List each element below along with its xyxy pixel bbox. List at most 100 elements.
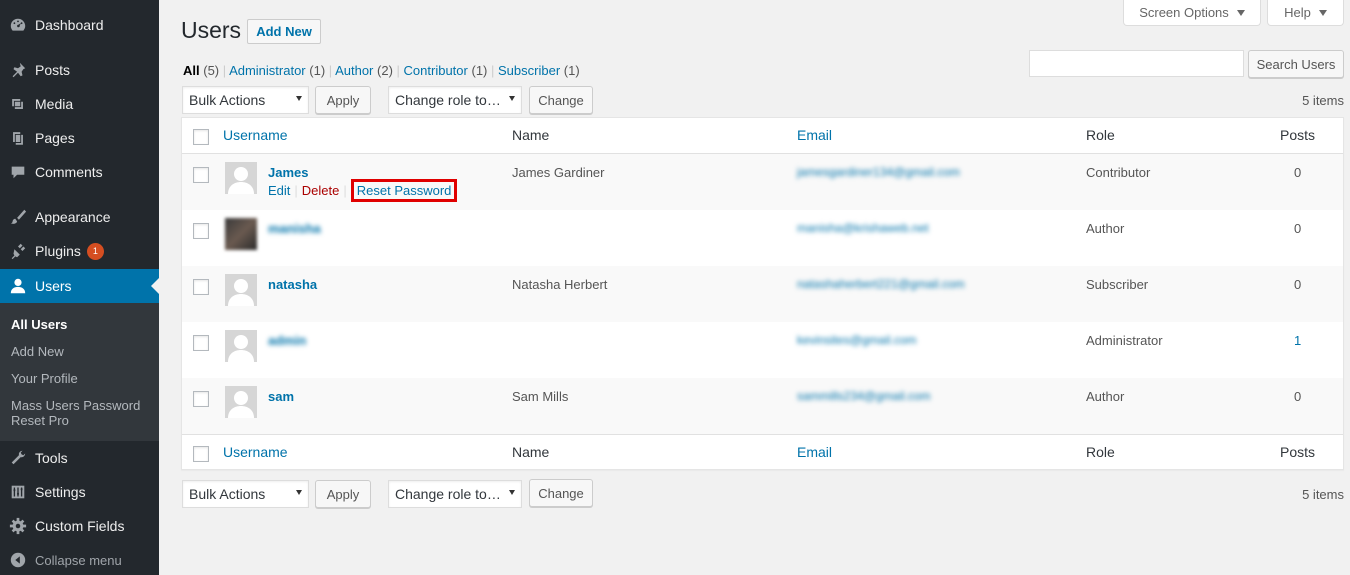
filter-author[interactable]: Author (335, 63, 373, 78)
change-button-top[interactable]: Change (529, 86, 593, 114)
filter-contributor[interactable]: Contributor (404, 63, 468, 78)
filter-subscriber[interactable]: Subscriber (498, 63, 560, 78)
user-email[interactable]: manisha@krishaweb.net (797, 221, 929, 235)
menu-plugins[interactable]: Plugins 1 (0, 234, 159, 268)
menu-comments[interactable]: Comments (0, 155, 159, 189)
column-username[interactable]: Username (223, 127, 288, 143)
menu-label: Tools (35, 450, 68, 466)
column-email-footer[interactable]: Email (797, 444, 832, 460)
media-icon (0, 95, 35, 113)
users-table: Username Name Email Role Posts James Edi… (181, 117, 1344, 470)
username-link[interactable]: admin (268, 333, 306, 348)
change-role-value: Change role to… (395, 486, 501, 502)
collapse-menu-button[interactable]: Collapse menu (0, 543, 159, 575)
row-checkbox[interactable] (193, 167, 209, 183)
user-posts-count: 0 (1294, 277, 1302, 292)
row-checkbox[interactable] (193, 279, 209, 295)
user-email[interactable]: natashaherbert221@gmail.com (797, 277, 965, 291)
submenu-mass-reset-line1[interactable]: Mass Users Password (11, 398, 140, 413)
submenu-add-new[interactable]: Add New (11, 344, 64, 359)
menu-tools[interactable]: Tools (0, 441, 159, 475)
plugins-update-badge: 1 (86, 242, 104, 260)
change-role-select-top[interactable]: Change role to… (388, 86, 522, 114)
change-role-select-bottom[interactable]: Change role to… (388, 480, 522, 508)
submenu-your-profile[interactable]: Your Profile (11, 371, 78, 386)
search-input[interactable] (1029, 50, 1244, 77)
column-email[interactable]: Email (797, 127, 832, 143)
row-checkbox[interactable] (193, 335, 209, 351)
help-label: Help (1284, 5, 1311, 20)
menu-label: Users (35, 278, 72, 294)
user-email[interactable]: sammills234@gmail.com (797, 389, 931, 403)
chevron-down-icon (1318, 9, 1327, 16)
column-name: Name (512, 127, 550, 143)
menu-media[interactable]: Media (0, 87, 159, 121)
filter-subscriber-count: (1) (563, 63, 580, 78)
filter-all[interactable]: All (183, 63, 200, 78)
dropdown-arrow-icon (296, 490, 302, 495)
add-new-button[interactable]: Add New (247, 19, 321, 44)
bulk-actions-select-top[interactable]: Bulk Actions (182, 86, 309, 114)
menu-appearance[interactable]: Appearance (0, 200, 159, 234)
items-count-top: 5 items (1302, 93, 1344, 108)
filter-administrator[interactable]: Administrator (229, 63, 306, 78)
filter-separator: | (396, 63, 400, 78)
help-button[interactable]: Help (1267, 0, 1344, 26)
page-title: Users (181, 17, 242, 43)
user-email[interactable]: kevinsites@gmail.com (797, 333, 917, 347)
username-link[interactable]: manisha (268, 221, 321, 236)
user-posts-link[interactable]: 1 (1294, 333, 1301, 348)
collapse-icon (0, 551, 35, 569)
table-row: James Edit | Delete | Reset Password James G… (182, 154, 1343, 210)
screen-options-button[interactable]: Screen Options (1123, 0, 1261, 26)
search-users-button[interactable]: Search Users (1248, 50, 1344, 78)
select-all-checkbox[interactable] (193, 129, 209, 145)
chevron-down-icon (1236, 9, 1245, 16)
filter-separator: | (491, 63, 495, 78)
menu-label: Pages (35, 130, 75, 146)
menu-label: Appearance (35, 209, 111, 225)
dropdown-arrow-icon (296, 96, 302, 101)
user-role: Author (1086, 389, 1125, 404)
table-row: natasha Natasha Herbert natashaherbert22… (182, 266, 1343, 322)
footer-divider (182, 434, 1343, 435)
username-link[interactable]: natasha (268, 277, 317, 292)
menu-label: Plugins (35, 243, 81, 259)
comment-icon (0, 163, 35, 181)
menu-custom-fields[interactable]: Custom Fields (0, 509, 159, 543)
delete-link[interactable]: Delete (302, 183, 340, 198)
username-link[interactable]: sam (268, 389, 294, 404)
column-posts: Posts (1280, 127, 1316, 143)
submenu-mass-reset-line2[interactable]: Reset Pro (11, 413, 69, 428)
menu-dashboard[interactable]: Dashboard (0, 8, 159, 42)
column-role: Role (1086, 127, 1115, 143)
plugin-icon (0, 242, 35, 260)
bulk-actions-select-bottom[interactable]: Bulk Actions (182, 480, 309, 508)
menu-pages[interactable]: Pages (0, 121, 159, 155)
submenu-all-users[interactable]: All Users (11, 317, 67, 332)
filter-all-count: (5) (203, 63, 220, 78)
menu-users[interactable]: Users (0, 269, 159, 303)
user-role: Contributor (1086, 165, 1151, 180)
row-checkbox[interactable] (193, 391, 209, 407)
select-all-checkbox-footer[interactable] (193, 446, 209, 462)
menu-posts[interactable]: Posts (0, 53, 159, 87)
change-button-bottom[interactable]: Change (529, 479, 593, 507)
dropdown-arrow-icon (509, 96, 515, 101)
edit-link[interactable]: Edit (268, 183, 290, 198)
username-link[interactable]: James (268, 165, 308, 180)
dashboard-icon (0, 16, 35, 34)
users-submenu: All Users Add New Your Profile Mass User… (0, 303, 159, 441)
menu-settings[interactable]: Settings (0, 475, 159, 509)
row-action-separator: | (294, 183, 298, 198)
user-email[interactable]: jamesgardiner134@gmail.com (797, 165, 960, 179)
row-checkbox[interactable] (193, 223, 209, 239)
pages-icon (0, 129, 35, 147)
column-username-footer[interactable]: Username (223, 444, 288, 460)
table-row: sam Sam Mills sammills234@gmail.com Auth… (182, 378, 1343, 434)
reset-password-link[interactable]: Reset Password (350, 179, 458, 202)
user-role: Subscriber (1086, 277, 1149, 292)
apply-button-bottom[interactable]: Apply (315, 480, 371, 508)
apply-button-top[interactable]: Apply (315, 86, 371, 114)
brush-icon (0, 208, 35, 226)
